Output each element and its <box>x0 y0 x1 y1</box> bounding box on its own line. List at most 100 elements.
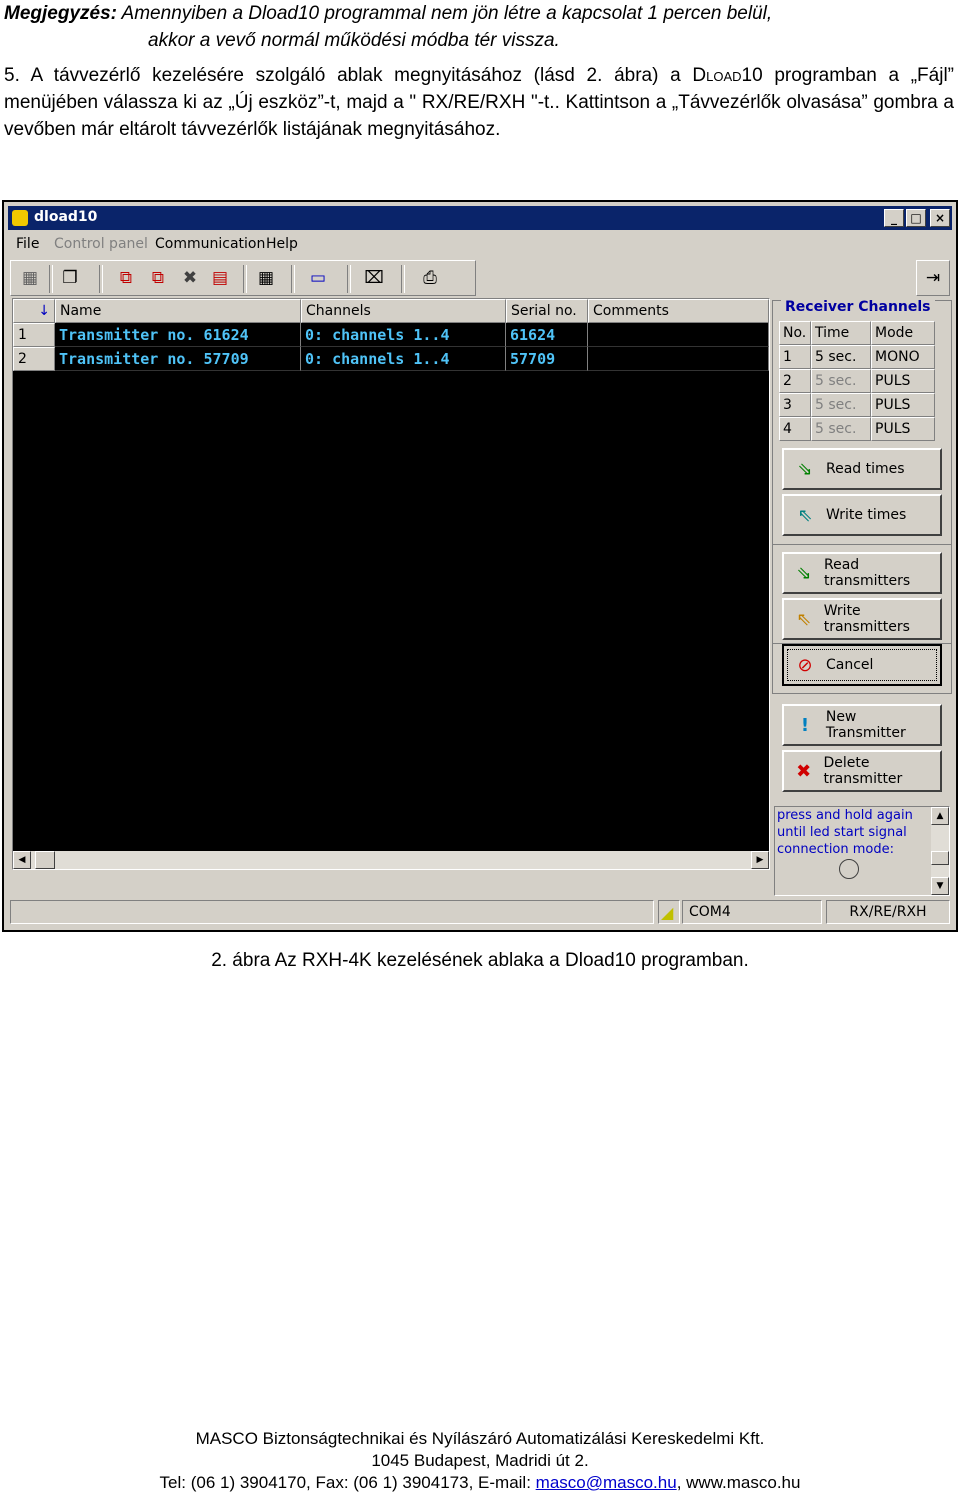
copy-icon[interactable]: ❐ <box>59 267 81 289</box>
write-ca-icon[interactable]: ⧉ <box>147 267 169 289</box>
toolbar-separator <box>99 265 103 293</box>
write-times-button[interactable]: ⇖ Write times <box>782 494 942 536</box>
cell-serial[interactable]: 61624 <box>506 323 588 347</box>
rc-time[interactable]: 5 sec. <box>811 417 871 441</box>
cell-channels[interactable]: 0: channels 1..4 <box>301 347 506 371</box>
toolbar-separator <box>401 265 405 293</box>
cell-name[interactable]: Transmitter no. 61624 <box>55 323 301 347</box>
write-transmitters-label: Write transmitters <box>823 603 910 635</box>
toolbar-separator <box>243 265 247 293</box>
rc-no[interactable]: 1 <box>779 345 811 369</box>
read-ca-icon[interactable]: ⧉ <box>115 267 137 289</box>
cell-channels[interactable]: 0: channels 1..4 <box>301 323 506 347</box>
rc-header-mode[interactable]: Mode <box>871 321 935 345</box>
footer-company: MASCO Biztonságtechnikai és Nyílászáró A… <box>195 1429 765 1448</box>
led-indicator-icon <box>839 859 859 879</box>
note-line1: Amennyiben a Dload10 programmal nem jön … <box>116 3 773 24</box>
sort-arrow-icon[interactable]: ↓ <box>13 299 55 323</box>
menu-help[interactable]: Help <box>266 236 298 252</box>
rc-header-time[interactable]: Time <box>811 321 871 345</box>
cancel-button[interactable]: ⊘ Cancel <box>782 644 942 686</box>
header-comments[interactable]: Comments <box>588 299 769 323</box>
rc-mode[interactable]: PULS <box>871 393 935 417</box>
horizontal-scrollbar[interactable]: ◀ ▶ <box>13 851 769 869</box>
exit-icon[interactable]: ⇥ <box>916 260 950 296</box>
read-times-icon: ⇘ <box>797 458 813 480</box>
connection-info-box: press and hold again until led start sig… <box>774 806 950 896</box>
write-transmitters-button[interactable]: ⇖ Write transmitters <box>782 598 942 640</box>
delete-transmitter-button[interactable]: ✖ Delete transmitter <box>782 750 942 792</box>
read-transmitters-button[interactable]: ⇘ Read transmitters <box>782 552 942 594</box>
status-pane-main <box>10 900 654 924</box>
window-title: dload10 <box>34 209 98 225</box>
printer-icon[interactable]: ⎙ <box>419 267 441 289</box>
status-port: COM4 <box>682 900 822 924</box>
figure-caption: 2. ábra Az RXH-4K kezelésének ablaka a D… <box>211 950 749 971</box>
step-paragraph: 5. A távvezérlő kezelésére szolgáló abla… <box>4 62 954 143</box>
scroll-right-icon[interactable]: ▶ <box>751 851 769 869</box>
exclamation-icon: ! <box>800 714 810 736</box>
info-scrollbar[interactable]: ▲ ▼ <box>931 807 949 895</box>
menu-control-panel[interactable]: Control panel <box>54 236 148 252</box>
dload10-window: dload10 _ □ × File Control panel Communi… <box>2 200 958 932</box>
rc-mode[interactable]: PULS <box>871 417 935 441</box>
rc-mode[interactable]: PULS <box>871 369 935 393</box>
footer-contact-prefix: Tel: (06 1) 3904170, Fax: (06 1) 3904173… <box>159 1473 536 1492</box>
connection-info-text: press and hold again until led start sig… <box>777 808 913 857</box>
menubar: File Control panel Communication Help <box>8 232 952 256</box>
rc-time[interactable]: 5 sec. <box>811 345 871 369</box>
rc-mode[interactable]: MONO <box>871 345 935 369</box>
paste-icon[interactable]: ▤ <box>209 267 231 289</box>
menu-communication[interactable]: Communication <box>155 236 265 252</box>
delete-icon[interactable]: ✖ <box>179 267 201 289</box>
footer-address: 1045 Budapest, Madridi út 2. <box>371 1451 589 1470</box>
note-line2: akkor a vevő normál működési módba tér v… <box>148 30 560 51</box>
rc-no[interactable]: 3 <box>779 393 811 417</box>
scroll-down-icon[interactable]: ▼ <box>931 877 949 895</box>
read-times-button[interactable]: ⇘ Read times <box>782 448 942 490</box>
calculator-icon[interactable]: ▦ <box>255 267 277 289</box>
menu-file[interactable]: File <box>16 236 39 252</box>
write-times-label: Write times <box>826 507 907 523</box>
header-name[interactable]: Name <box>55 299 301 323</box>
app-icon <box>12 210 28 226</box>
cell-name[interactable]: Transmitter no. 57709 <box>55 347 301 371</box>
scroll-thumb[interactable] <box>35 851 55 869</box>
window-titlebar[interactable]: dload10 _ □ × <box>8 206 952 230</box>
rc-no[interactable]: 4 <box>779 417 811 441</box>
rc-time[interactable]: 5 sec. <box>811 393 871 417</box>
toolbar-separator <box>291 265 295 293</box>
chip-icon[interactable]: ▦ <box>19 267 41 289</box>
cancel-label: Cancel <box>826 657 874 673</box>
rc-header-no[interactable]: No. <box>779 321 811 345</box>
row-number[interactable]: 2 <box>13 347 55 371</box>
write-times-icon: ⇖ <box>797 504 813 526</box>
remote-icon[interactable]: ▭ <box>307 267 329 289</box>
header-channels[interactable]: Channels <box>301 299 506 323</box>
read-transmitters-label: Read transmitters <box>823 557 911 589</box>
cell-comments[interactable] <box>588 323 769 347</box>
step-brand: Dload10 <box>692 65 763 86</box>
toolbar-separator <box>49 265 53 293</box>
close-button[interactable]: × <box>930 209 950 227</box>
status-device: RX/RE/RXH <box>826 900 950 924</box>
footer-email-link[interactable]: masco@masco.hu <box>536 1473 677 1492</box>
new-transmitter-button[interactable]: ! New Transmitter <box>782 704 942 746</box>
note-paragraph: Megjegyzés: Amennyiben a Dload10 program… <box>4 0 954 54</box>
scroll-thumb[interactable] <box>931 851 949 865</box>
read-times-label: Read times <box>826 461 905 477</box>
footer-contact-suffix: , www.masco.hu <box>676 1473 801 1492</box>
cell-serial[interactable]: 57709 <box>506 347 588 371</box>
delete-transmitter-label: Delete transmitter <box>823 755 903 787</box>
scroll-left-icon[interactable]: ◀ <box>13 851 31 869</box>
rc-time[interactable]: 5 sec. <box>811 369 871 393</box>
device-icon[interactable]: ⌧ <box>363 267 385 289</box>
cancel-icon: ⊘ <box>797 654 813 676</box>
scroll-up-icon[interactable]: ▲ <box>931 807 949 825</box>
maximize-button[interactable]: □ <box>906 209 926 227</box>
minimize-button[interactable]: _ <box>884 209 904 227</box>
header-serial[interactable]: Serial no. <box>506 299 588 323</box>
row-number[interactable]: 1 <box>13 323 55 347</box>
rc-no[interactable]: 2 <box>779 369 811 393</box>
cell-comments[interactable] <box>588 347 769 371</box>
